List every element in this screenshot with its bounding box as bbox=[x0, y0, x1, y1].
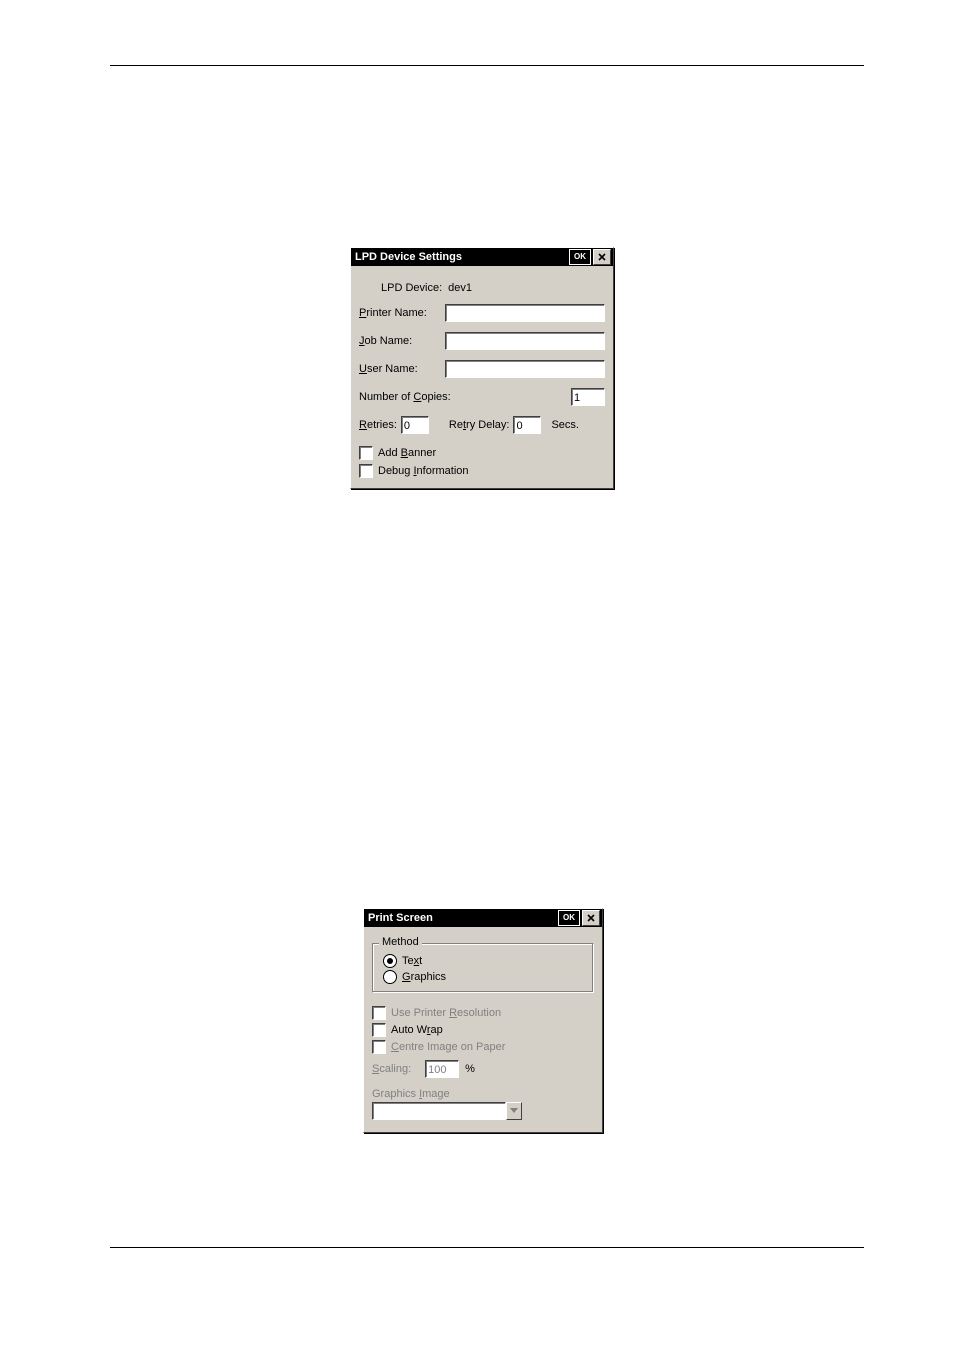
print-titlebar: Print Screen OK bbox=[364, 909, 602, 927]
use-printer-resolution-label: Use Printer Resolution bbox=[391, 1007, 501, 1019]
graphics-image-combo[interactable] bbox=[372, 1102, 522, 1120]
lpd-device-label: LPD Device: bbox=[381, 282, 442, 294]
centre-image-checkbox[interactable] bbox=[372, 1040, 386, 1054]
job-name-label: Job Name: bbox=[359, 335, 445, 347]
retries-input[interactable]: 0 bbox=[401, 416, 429, 434]
lpd-title: LPD Device Settings bbox=[355, 251, 567, 263]
copies-label: Number of Copies: bbox=[359, 391, 451, 403]
job-name-input[interactable] bbox=[445, 332, 605, 350]
auto-wrap-label: Auto Wrap bbox=[391, 1024, 443, 1036]
use-printer-resolution-checkbox[interactable] bbox=[372, 1006, 386, 1020]
add-banner-label: Add Banner bbox=[378, 447, 436, 459]
lpd-titlebar: LPD Device Settings OK bbox=[351, 248, 613, 266]
scaling-input[interactable]: 100 bbox=[425, 1060, 459, 1078]
lpd-device-value: dev1 bbox=[448, 282, 472, 294]
method-legend: Method bbox=[379, 936, 422, 948]
bottom-rule bbox=[110, 1247, 864, 1248]
ok-button[interactable]: OK bbox=[569, 249, 591, 265]
close-icon bbox=[598, 253, 606, 261]
method-group: Method Text Graphics bbox=[372, 943, 594, 993]
user-name-label: User Name: bbox=[359, 363, 445, 375]
centre-image-label: Centre Image on Paper bbox=[391, 1041, 505, 1053]
close-icon bbox=[587, 914, 595, 922]
auto-wrap-checkbox[interactable] bbox=[372, 1023, 386, 1037]
top-rule bbox=[110, 65, 864, 66]
scaling-percent: % bbox=[465, 1063, 475, 1075]
graphics-image-dropdown-button[interactable] bbox=[506, 1102, 522, 1120]
print-title: Print Screen bbox=[368, 912, 556, 924]
debug-info-label: Debug Information bbox=[378, 465, 469, 477]
user-name-input[interactable] bbox=[445, 360, 605, 378]
retries-label: Retries: bbox=[359, 419, 397, 431]
printer-name-input[interactable] bbox=[445, 304, 605, 322]
add-banner-checkbox[interactable] bbox=[359, 446, 373, 460]
scaling-label: Scaling: bbox=[372, 1063, 411, 1075]
retry-delay-label: Retry Delay: bbox=[449, 419, 510, 431]
text-radio-label: Text bbox=[402, 955, 422, 967]
retry-delay-input[interactable]: 0 bbox=[513, 416, 541, 434]
copies-input[interactable]: 1 bbox=[571, 388, 605, 406]
graphics-radio[interactable] bbox=[383, 970, 397, 984]
secs-label: Secs. bbox=[551, 419, 579, 431]
ok-button[interactable]: OK bbox=[558, 910, 580, 926]
graphics-radio-label: Graphics bbox=[402, 971, 446, 983]
chevron-down-icon bbox=[510, 1108, 518, 1114]
debug-info-checkbox[interactable] bbox=[359, 464, 373, 478]
lpd-settings-dialog: LPD Device Settings OK LPD Device: dev1 … bbox=[350, 247, 614, 489]
text-radio[interactable] bbox=[383, 954, 397, 968]
graphics-image-label: Graphics Image bbox=[372, 1088, 450, 1100]
close-button[interactable] bbox=[593, 249, 611, 265]
close-button[interactable] bbox=[582, 910, 600, 926]
graphics-image-input[interactable] bbox=[372, 1102, 506, 1120]
printer-name-label: Printer Name: bbox=[359, 307, 445, 319]
print-screen-dialog: Print Screen OK Method Text Graphics bbox=[363, 908, 603, 1133]
